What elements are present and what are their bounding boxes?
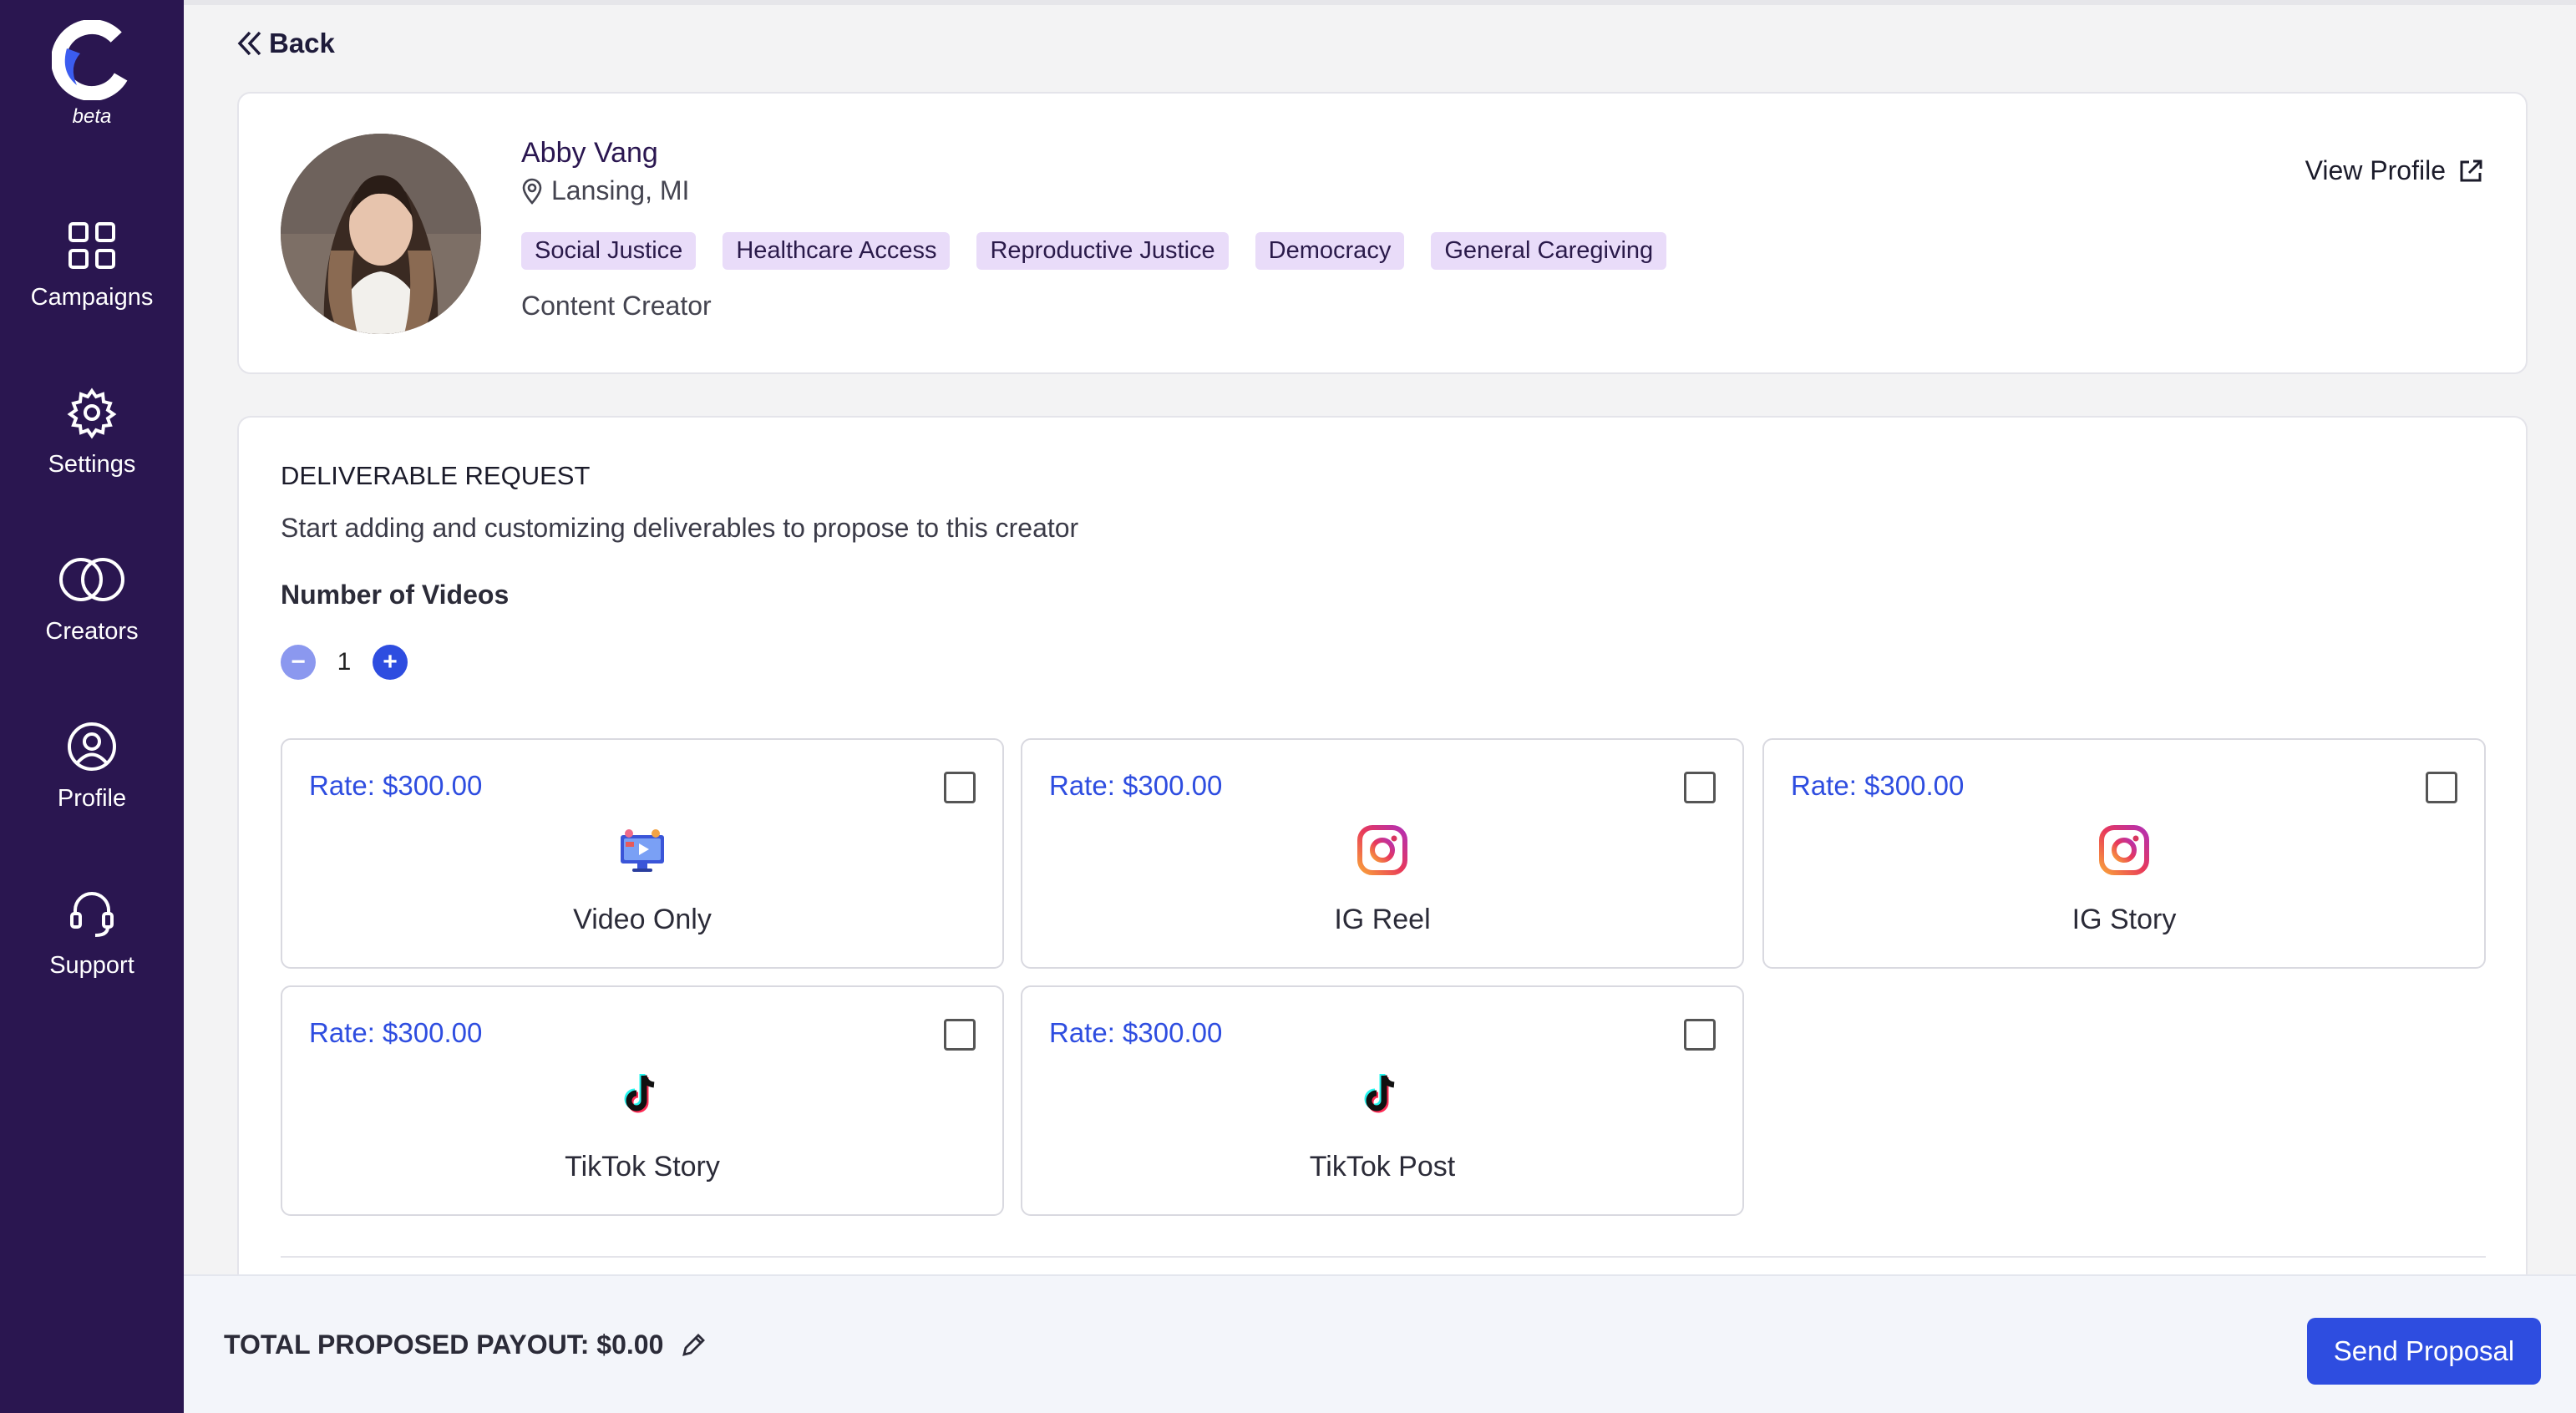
- sidebar-item-creators[interactable]: Creators: [0, 553, 184, 678]
- creator-name: Abby Vang: [521, 137, 658, 169]
- deliverable-option-video-only[interactable]: Rate: $300.00 Video Only: [281, 738, 1004, 969]
- section-title: DELIVERABLE REQUEST: [281, 461, 591, 490]
- creator-tags: Social Justice Healthcare Access Reprodu…: [521, 232, 1667, 270]
- gear-icon: [67, 387, 117, 439]
- creator-location: Lansing, MI: [521, 175, 689, 206]
- rings-icon: [59, 558, 124, 601]
- pencil-icon[interactable]: [680, 1332, 707, 1359]
- beta-badge: beta: [72, 105, 112, 128]
- tag-badge: Healthcare Access: [723, 232, 951, 270]
- option-checkbox[interactable]: [2426, 772, 2457, 803]
- sidebar-item-label: Campaigns: [30, 284, 154, 311]
- sidebar-item-label: Profile: [57, 785, 127, 812]
- creator-role: Content Creator: [521, 291, 712, 321]
- option-checkbox[interactable]: [1684, 772, 1716, 803]
- deliverable-option-ig-story[interactable]: Rate: $300.00 IG Story: [1762, 738, 2486, 969]
- quantity-value: 1: [337, 648, 352, 676]
- sidebar-item-label: Creators: [45, 618, 139, 645]
- sidebar-item-campaigns[interactable]: Campaigns: [0, 219, 184, 344]
- option-checkbox[interactable]: [1684, 1019, 1716, 1051]
- send-proposal-button[interactable]: Send Proposal: [2307, 1318, 2541, 1385]
- external-link-icon: [2460, 160, 2482, 181]
- view-profile-label: View Profile: [2305, 155, 2446, 185]
- rate-label: Rate: $300.00: [1049, 1017, 1223, 1048]
- creator-profile-card: Abby Vang Lansing, MI Social Justice Hea…: [237, 92, 2528, 374]
- rate-label: Rate: $300.00: [309, 770, 483, 801]
- decrement-button[interactable]: −: [281, 645, 316, 680]
- tag-badge: Democracy: [1255, 232, 1405, 270]
- tag-badge: General Caregiving: [1431, 232, 1667, 270]
- grid-icon: [68, 222, 115, 269]
- increment-button[interactable]: +: [373, 645, 408, 680]
- rate-label: Rate: $300.00: [1049, 770, 1223, 801]
- tiktok-icon: [624, 1074, 655, 1113]
- tiktok-icon: [1364, 1074, 1395, 1113]
- sidebar-item-label: Support: [49, 952, 134, 979]
- instagram-icon: [2099, 825, 2149, 875]
- option-label: IG Story: [2071, 904, 2177, 935]
- section-description: Start adding and customizing deliverable…: [281, 513, 1079, 543]
- user-circle-icon: [68, 722, 116, 771]
- app-logo[interactable]: [51, 19, 133, 101]
- quantity-stepper: − 1 +: [281, 645, 408, 680]
- tag-badge: Reproductive Justice: [976, 232, 1229, 270]
- double-chevron-left-icon: [237, 31, 261, 56]
- option-label: Video Only: [573, 904, 712, 935]
- total-payout: TOTAL PROPOSED PAYOUT: $0.00: [224, 1329, 707, 1360]
- location-text: Lansing, MI: [551, 175, 690, 205]
- sidebar-item-profile[interactable]: Profile: [0, 720, 184, 845]
- deliverable-option-tiktok-post[interactable]: Rate: $300.00 TikTok Post: [1021, 985, 1744, 1216]
- option-label: TikTok Post: [1309, 1151, 1456, 1183]
- option-checkbox[interactable]: [944, 1019, 976, 1051]
- back-link[interactable]: Back: [236, 25, 335, 62]
- view-profile-link[interactable]: View Profile: [2305, 155, 2484, 186]
- total-payout-label: TOTAL PROPOSED PAYOUT: $0.00: [224, 1329, 664, 1360]
- tag-badge: Social Justice: [521, 232, 697, 270]
- option-label: TikTok Story: [565, 1151, 720, 1183]
- headset-icon: [70, 892, 114, 937]
- rate-label: Rate: $300.00: [309, 1017, 483, 1048]
- back-label: Back: [269, 28, 335, 58]
- sidebar-item-support[interactable]: Support: [0, 887, 184, 1012]
- number-of-videos-label: Number of Videos: [281, 580, 510, 610]
- map-pin-icon: [522, 178, 542, 205]
- instagram-icon: [1357, 825, 1407, 875]
- option-checkbox[interactable]: [944, 772, 976, 803]
- sidebar: beta Campaigns Settings Creators Profile: [0, 0, 184, 1413]
- deliverable-request-card: DELIVERABLE REQUEST Start adding and cus…: [237, 416, 2528, 1351]
- sidebar-item-settings[interactable]: Settings: [0, 386, 184, 511]
- top-divider: [184, 0, 2576, 5]
- video-icon: [621, 829, 664, 872]
- sidebar-item-label: Settings: [48, 451, 136, 478]
- proposal-footer: TOTAL PROPOSED PAYOUT: $0.00 Send Propos…: [184, 1274, 2576, 1413]
- option-label: IG Reel: [1334, 904, 1431, 935]
- deliverable-option-tiktok-story[interactable]: Rate: $300.00 TikTok Story: [281, 985, 1004, 1216]
- deliverable-option-ig-reel[interactable]: Rate: $300.00 IG Reel: [1021, 738, 1744, 969]
- section-divider: [281, 1256, 2486, 1258]
- rate-label: Rate: $300.00: [1791, 770, 1965, 801]
- avatar: [281, 134, 481, 334]
